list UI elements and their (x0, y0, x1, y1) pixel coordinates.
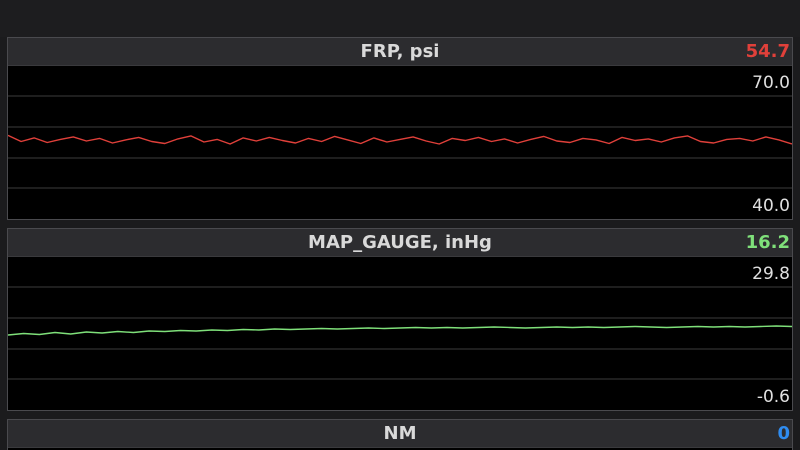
frp-panel[interactable]: FRP, psi 54.7 70.0 40.0 (7, 37, 793, 220)
series-line (8, 325, 792, 336)
frp-chart: 70.0 40.0 (8, 66, 792, 219)
map-gauge-chart: 29.8 -0.6 (8, 257, 792, 410)
frp-axis-min-label: 40.0 (752, 196, 790, 216)
nm-title: NM (383, 423, 417, 444)
frp-current-value: 54.7 (745, 41, 790, 62)
frp-axis-max-label: 70.0 (752, 73, 790, 93)
map-gauge-title: MAP_GAUGE, inHg (308, 232, 492, 253)
map-gauge-current-value: 16.2 (745, 232, 790, 253)
nm-current-value: 0 (777, 423, 790, 444)
top-bar (0, 0, 800, 37)
screen: FRP, psi 54.7 70.0 40.0 MAP_GAUGE, inHg … (0, 0, 800, 450)
frp-title: FRP, psi (360, 41, 440, 62)
frp-chart-svg (8, 95, 792, 189)
series-line (8, 134, 792, 145)
map-gauge-axis-min-label: -0.6 (756, 387, 790, 407)
nm-panel[interactable]: NM 0 (7, 419, 793, 450)
map-gauge-panel[interactable]: MAP_GAUGE, inHg 16.2 29.8 -0.6 (7, 228, 793, 411)
map-gauge-axis-max-label: 29.8 (752, 264, 790, 284)
map-gauge-chart-svg (8, 286, 792, 380)
